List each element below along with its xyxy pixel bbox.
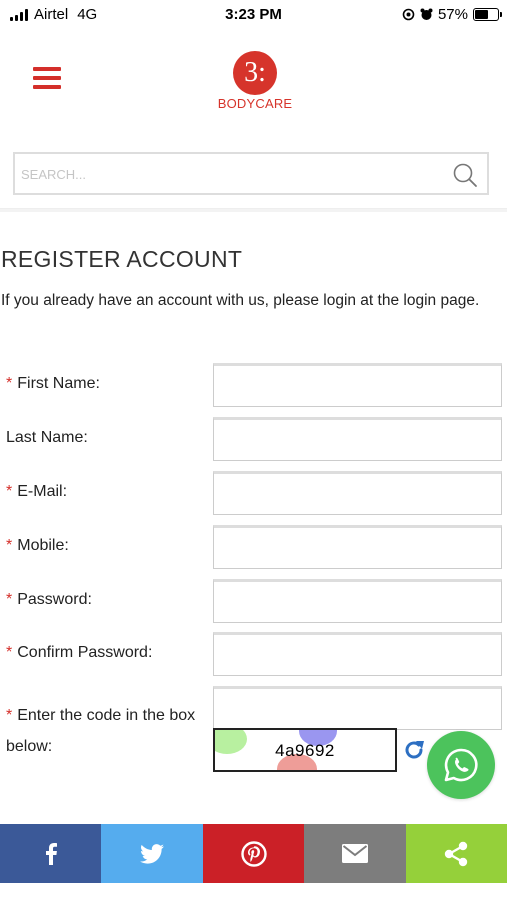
confirm-password-row: * Confirm Password:: [0, 632, 507, 676]
orientation-lock-icon: [402, 8, 415, 21]
facebook-icon: [45, 842, 57, 865]
captcha-label-text: Enter the code in the box below:: [6, 707, 196, 755]
whatsapp-icon: [444, 748, 478, 782]
facebook-share-button[interactable]: [0, 824, 102, 883]
password-row: * Password:: [0, 579, 507, 623]
status-right: 57%: [402, 6, 502, 23]
email-label: * E-Mail:: [6, 483, 67, 501]
first-name-label-text: First Name:: [17, 375, 100, 392]
site-header: 3: BODYCARE: [0, 30, 507, 150]
mobile-label-text: Mobile:: [17, 537, 69, 554]
email-field[interactable]: [213, 471, 502, 515]
pinterest-share-button[interactable]: [202, 824, 305, 883]
twitter-share-button[interactable]: [101, 824, 203, 883]
required-marker: *: [6, 375, 13, 392]
twitter-icon: [140, 843, 165, 864]
intro-sentence: If you already have an account with us, …: [1, 292, 404, 309]
search-icon[interactable]: [452, 162, 478, 188]
mobile-row: * Mobile:: [0, 525, 507, 569]
page-title: REGISTER ACCOUNT: [1, 246, 243, 272]
password-label-text: Password:: [17, 591, 92, 608]
email-icon: [341, 844, 368, 863]
confirm-password-label-text: Confirm Password:: [17, 644, 153, 661]
logo-text: BODYCARE: [217, 96, 293, 111]
header-divider: [0, 208, 507, 212]
share-icon: [445, 841, 468, 866]
status-bar: Airtel 4G 3:23 PM 57%: [0, 0, 507, 30]
required-marker: *: [6, 707, 13, 724]
captcha-field[interactable]: [213, 686, 502, 730]
pinterest-icon: [240, 840, 267, 867]
site-logo[interactable]: 3: BODYCARE: [205, 51, 305, 115]
required-marker: *: [6, 537, 13, 554]
intro-text: If you already have an account with us, …: [1, 286, 501, 316]
last-name-row: Last Name:: [0, 417, 507, 461]
password-label: * Password:: [6, 591, 92, 609]
last-name-field[interactable]: [213, 417, 502, 461]
last-name-label: Last Name:: [6, 429, 88, 447]
refresh-icon[interactable]: [402, 738, 426, 762]
login-page-link[interactable]: login page: [403, 292, 475, 309]
first-name-row: * First Name:: [0, 363, 507, 407]
email-label-text: E-Mail:: [17, 483, 68, 500]
required-marker: *: [6, 483, 13, 500]
password-field[interactable]: [213, 579, 502, 623]
logo-mark: 3:: [233, 51, 277, 95]
mobile-field[interactable]: [213, 525, 502, 569]
share-bar: [0, 824, 507, 883]
required-marker: *: [6, 591, 13, 608]
captcha-code: 4a9692: [275, 741, 335, 760]
first-name-field[interactable]: [213, 363, 502, 407]
mobile-label: * Mobile:: [6, 537, 69, 555]
confirm-password-field[interactable]: [213, 632, 502, 676]
search-box: [13, 152, 489, 195]
confirm-password-label: * Confirm Password:: [6, 644, 152, 662]
email-share-button[interactable]: [304, 824, 406, 883]
search-input[interactable]: [21, 164, 441, 184]
last-name-label-text: Last Name:: [6, 429, 88, 446]
battery-icon: [473, 8, 502, 21]
alarm-icon: [420, 8, 433, 20]
captcha-image: 4a9692: [213, 728, 397, 772]
captcha-label: * Enter the code in the box below:: [6, 700, 206, 762]
bottom-strip: [0, 883, 507, 900]
battery-fill: [475, 10, 488, 19]
hamburger-menu-icon[interactable]: [33, 67, 61, 89]
whatsapp-button[interactable]: [427, 731, 495, 799]
first-name-label: * First Name:: [6, 375, 100, 393]
battery-percent: 57%: [437, 6, 468, 23]
email-row: * E-Mail:: [0, 471, 507, 515]
required-marker: *: [6, 644, 13, 661]
more-share-button[interactable]: [405, 824, 507, 883]
intro-period: .: [474, 292, 480, 309]
